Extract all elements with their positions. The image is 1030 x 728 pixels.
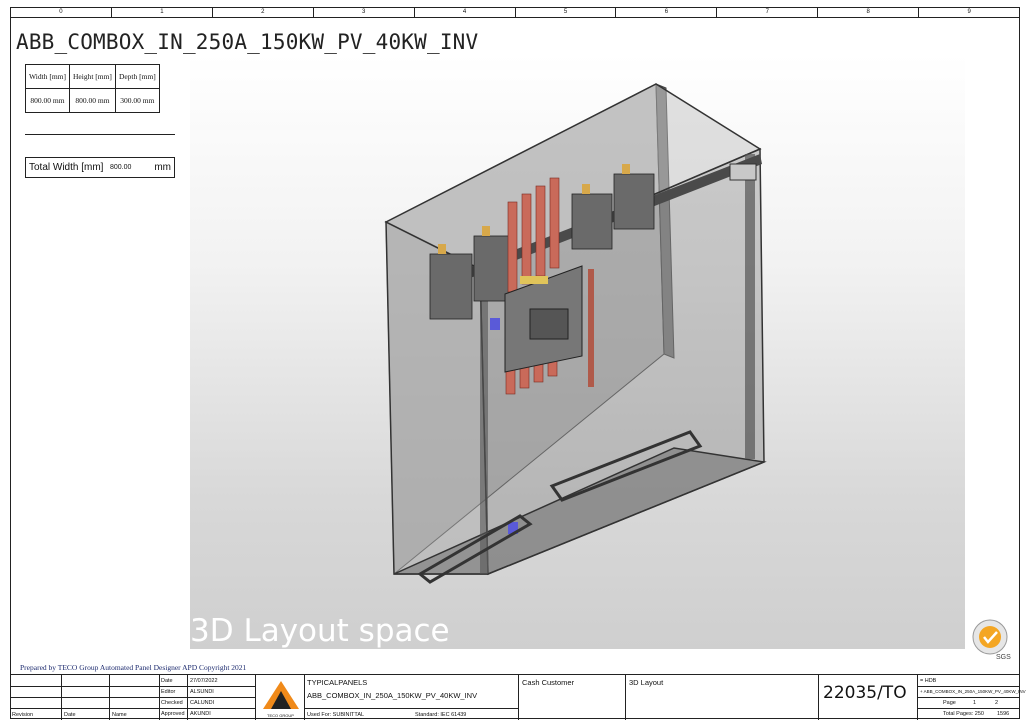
column-ruler: 0 1 2 3 4 5 6 7 8 9: [11, 8, 1019, 18]
total-pages-label: Total Pages: 250: [943, 711, 984, 717]
used-for: Used For: SUBINITTAL: [307, 712, 365, 718]
sheet-type: 3D Layout: [629, 678, 664, 687]
total-width-label: Total Width [mm]: [29, 162, 104, 173]
layout-3d-viewport[interactable]: 3D Layout space: [190, 54, 965, 649]
editor-value: ALSUNDI: [190, 689, 214, 695]
name-header: Name: [112, 712, 127, 718]
height-header: Height [mm]: [68, 64, 116, 89]
checked-value: CALUNDI: [190, 700, 215, 706]
sgs-cert-badge: SGS: [972, 619, 1011, 661]
logo-caption: TECO GROUP: [267, 713, 294, 718]
ruler-cell: 5: [516, 8, 617, 17]
total-pages-value: 1596: [997, 711, 1010, 717]
ruler-cell: 2: [213, 8, 314, 17]
date-header: Date: [64, 712, 76, 718]
page-value: 1: [973, 700, 977, 706]
width-value: 800.00 mm: [25, 88, 70, 113]
teco-logo: [263, 681, 299, 709]
height-value: 800.00 mm: [68, 88, 116, 113]
project-name: TYPICALPANELS: [307, 678, 368, 687]
title-block: Revision Date Name Date 27/07/2022 Edito…: [11, 674, 1026, 720]
ruler-cell: 4: [415, 8, 516, 17]
page-total: 2: [995, 700, 999, 706]
date-value: 27/07/2022: [190, 678, 218, 684]
ruler-cell: 3: [314, 8, 415, 17]
ruler-cell: 0: [11, 8, 112, 17]
project-description: ABB_COMBOX_IN_250A_150KW_PV_40KW_INV: [307, 691, 478, 700]
depth-value: 300.00 mm: [114, 88, 160, 113]
depth-header: Depth [mm]: [114, 64, 160, 89]
ref-location: = HDB: [920, 678, 937, 684]
customer: Cash Customer: [522, 678, 575, 687]
total-width-value: 800.00: [110, 164, 132, 171]
ruler-cell: 1: [112, 8, 213, 17]
enclosure-3d-model: [384, 83, 767, 584]
divider: [25, 134, 175, 135]
ruler-cell: 6: [616, 8, 718, 17]
width-header: Width [mm]: [25, 64, 70, 89]
checked-label: Checked: [161, 700, 183, 706]
ref-assembly: + ABB_COMBOX_IN_250A_150KW_PV_40KW_INV: [920, 689, 1026, 694]
total-width-unit: mm: [154, 162, 171, 173]
layout-space-label: 3D Layout space: [190, 613, 450, 649]
dimensions-table: Width [mm] Height [mm] Depth [mm] 800.00…: [25, 64, 160, 113]
date-label: Date: [161, 678, 173, 684]
editor-label: Editor: [161, 689, 176, 695]
ruler-cell: 8: [818, 8, 920, 17]
ruler-cell: 9: [967, 9, 971, 15]
drawing-sheet: 0 1 2 3 4 5 6 7 8 9 ABB_COMBOX_IN_250A_1…: [10, 7, 1026, 720]
drawing-title: ABB_COMBOX_IN_250A_150KW_PV_40KW_INV: [16, 30, 479, 54]
approved-value: AKUNDI: [190, 711, 211, 717]
prepared-by: Prepared by TECO Group Automated Panel D…: [20, 663, 247, 672]
drawing-number: 22035/TO: [823, 683, 907, 703]
sgs-label: SGS: [996, 654, 1011, 661]
page-label: Page: [943, 700, 956, 706]
revision-header: Revision: [12, 712, 34, 718]
approved-label: Approved: [161, 711, 185, 717]
ruler-cell: 7: [717, 8, 819, 17]
total-width-box: Total Width [mm] 800.00 mm: [25, 157, 175, 178]
standard: Standard: IEC 61439: [415, 712, 467, 718]
